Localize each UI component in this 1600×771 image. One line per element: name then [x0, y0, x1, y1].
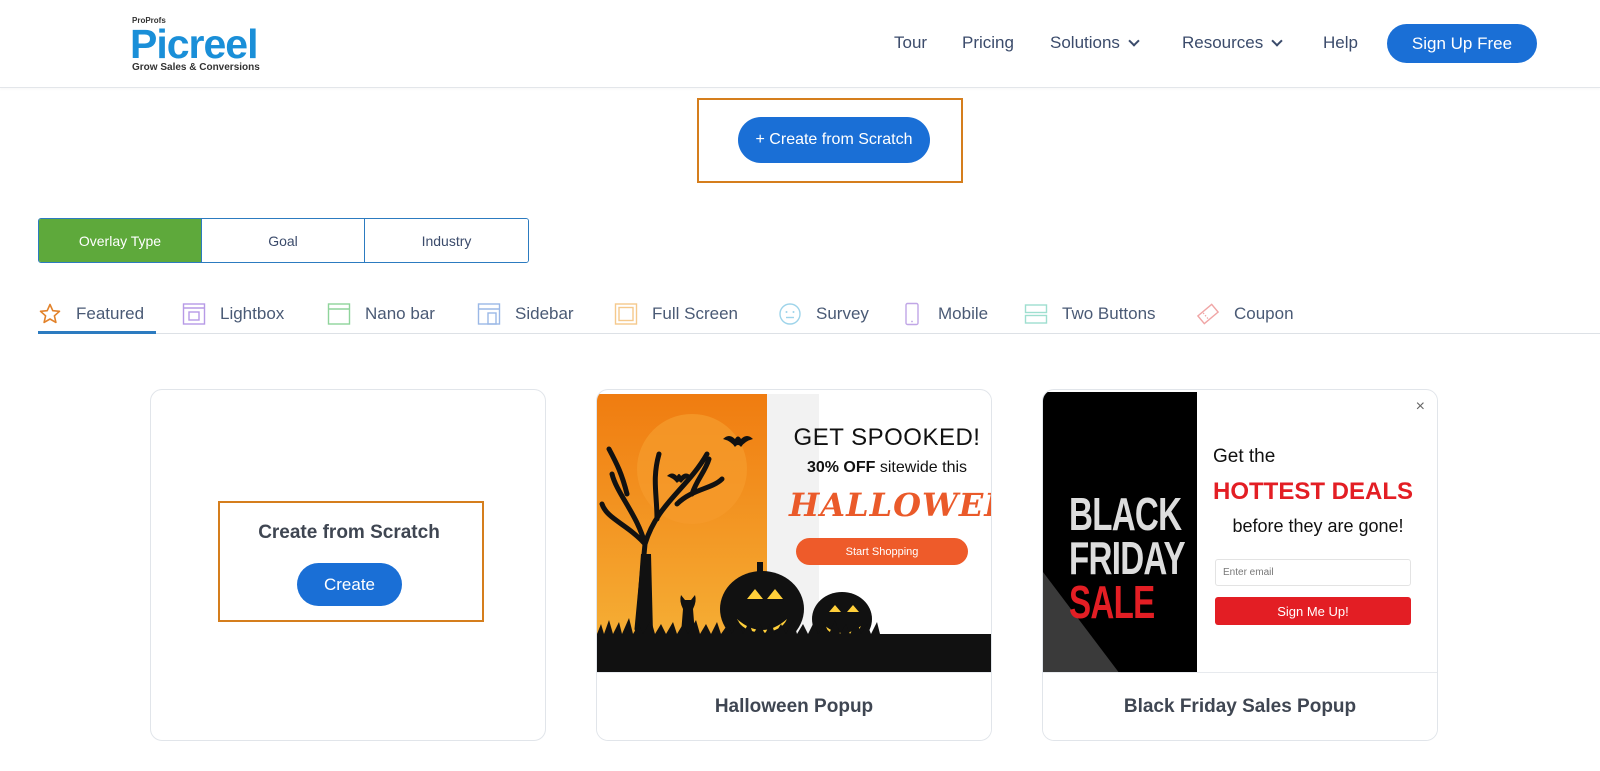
nav-resources-label: Resources [1182, 33, 1264, 52]
bf-get-the: Get the [1213, 446, 1276, 467]
category-label: Mobile [938, 304, 989, 323]
sign-up-free-button[interactable]: Sign Up Free [1387, 24, 1537, 63]
halloween-offer: 30% OFF sitewide this [789, 459, 985, 477]
category-coupon[interactable]: Coupon [1196, 302, 1294, 326]
lightbox-icon [182, 302, 206, 326]
category-sidebar[interactable]: Sidebar [477, 302, 574, 326]
full-screen-icon [614, 302, 638, 326]
nav-solutions[interactable]: Solutions [1050, 33, 1140, 53]
mobile-icon [900, 302, 924, 326]
bf-hottest-deals: HOTTEST DEALS [1213, 478, 1414, 505]
start-shopping-button: Start Shopping [796, 538, 968, 565]
survey-icon [778, 302, 802, 326]
bf-before: before they are gone! [1232, 516, 1404, 536]
halloween-offer-bold: 30% OFF [806, 459, 876, 476]
sidebar-icon [477, 302, 501, 326]
scratch-card: Create from Scratch Create [150, 389, 546, 741]
nano-bar-icon [327, 302, 351, 326]
bf-line-black: BLACK [1069, 488, 1182, 540]
nav-resources[interactable]: Resources [1182, 33, 1283, 53]
create-button[interactable]: Create [297, 563, 402, 606]
halloween-offer-rest: sitewide this [879, 459, 968, 476]
chevron-down-icon [1128, 35, 1140, 47]
nav-help-label: Help [1323, 33, 1358, 52]
star-icon [38, 302, 62, 326]
black-friday-preview: BLACK FRIDAY SALE × Get the HOTTEST DEAL… [1043, 392, 1437, 678]
black-friday-form-panel: × Get the HOTTEST DEALS before they are … [1197, 392, 1437, 678]
halloween-card-title: Halloween Popup [597, 672, 991, 740]
bf-sign-me-up-button: Sign Me Up! [1215, 597, 1411, 625]
bf-email-input: Enter email [1215, 559, 1411, 586]
category-label: Survey [816, 304, 869, 323]
black-friday-card-title: Black Friday Sales Popup [1043, 672, 1437, 740]
category-lightbox[interactable]: Lightbox [182, 302, 284, 326]
category-label: Two Buttons [1062, 304, 1156, 323]
create-from-scratch-button[interactable]: + Create from Scratch [738, 117, 930, 163]
black-friday-template-card[interactable]: BLACK FRIDAY SALE × Get the HOTTEST DEAL… [1042, 389, 1438, 741]
bf-line-sale: SALE [1069, 576, 1155, 628]
category-label: Nano bar [365, 304, 435, 323]
tab-overlay-type[interactable]: Overlay Type [39, 219, 202, 262]
category-survey[interactable]: Survey [778, 302, 869, 326]
nav-tour[interactable]: Tour [894, 33, 927, 53]
nav-help[interactable]: Help [1323, 33, 1358, 53]
black-friday-side-text: BLACK FRIDAY SALE [1069, 488, 1186, 628]
site-header: ProProfs Picreel Grow Sales & Conversion… [0, 0, 1600, 88]
bf-line-friday: FRIDAY [1069, 532, 1186, 584]
category-label: Sidebar [515, 304, 574, 323]
picreel-logo[interactable]: ProProfs Picreel Grow Sales & Conversion… [130, 16, 280, 76]
category-full-screen[interactable]: Full Screen [614, 302, 738, 326]
nav-solutions-label: Solutions [1050, 33, 1120, 52]
nav-pricing-label: Pricing [962, 33, 1014, 52]
category-featured[interactable]: Featured [38, 302, 144, 326]
two-buttons-icon [1024, 302, 1048, 326]
halloween-word: HALLOWEEN [789, 486, 991, 524]
logo-brand: Picreel [130, 21, 258, 67]
filter-tabs: Overlay Type Goal Industry [38, 218, 529, 263]
category-label: Featured [76, 304, 145, 323]
category-label: Full Screen [652, 304, 738, 323]
halloween-preview: GET SPOOKED! 30% OFF sitewide this HALLO… [597, 394, 991, 674]
category-two-buttons[interactable]: Two Buttons [1024, 302, 1156, 326]
category-label: Lightbox [220, 304, 285, 323]
nav-tour-label: Tour [894, 33, 928, 52]
category-nano-bar[interactable]: Nano bar [327, 302, 435, 326]
coupon-icon [1196, 302, 1220, 326]
tab-industry[interactable]: Industry [365, 219, 528, 262]
logo-tagline: Grow Sales & Conversions [132, 62, 260, 73]
active-category-indicator [38, 331, 156, 334]
halloween-template-card[interactable]: GET SPOOKED! 30% OFF sitewide this HALLO… [596, 389, 992, 741]
close-icon: × [1415, 398, 1425, 415]
category-label: Coupon [1234, 304, 1294, 323]
category-mobile[interactable]: Mobile [900, 302, 988, 326]
category-tabs: Featured Lightbox Nano bar Sidebar Full … [38, 290, 1600, 334]
chevron-down-icon [1271, 35, 1283, 47]
tab-goal[interactable]: Goal [202, 219, 365, 262]
scratch-card-title: Create from Scratch [258, 522, 440, 543]
nav-pricing[interactable]: Pricing [962, 33, 1014, 53]
black-friday-side-panel: BLACK FRIDAY SALE [1043, 392, 1197, 678]
halloween-headline: GET SPOOKED! [793, 424, 981, 451]
